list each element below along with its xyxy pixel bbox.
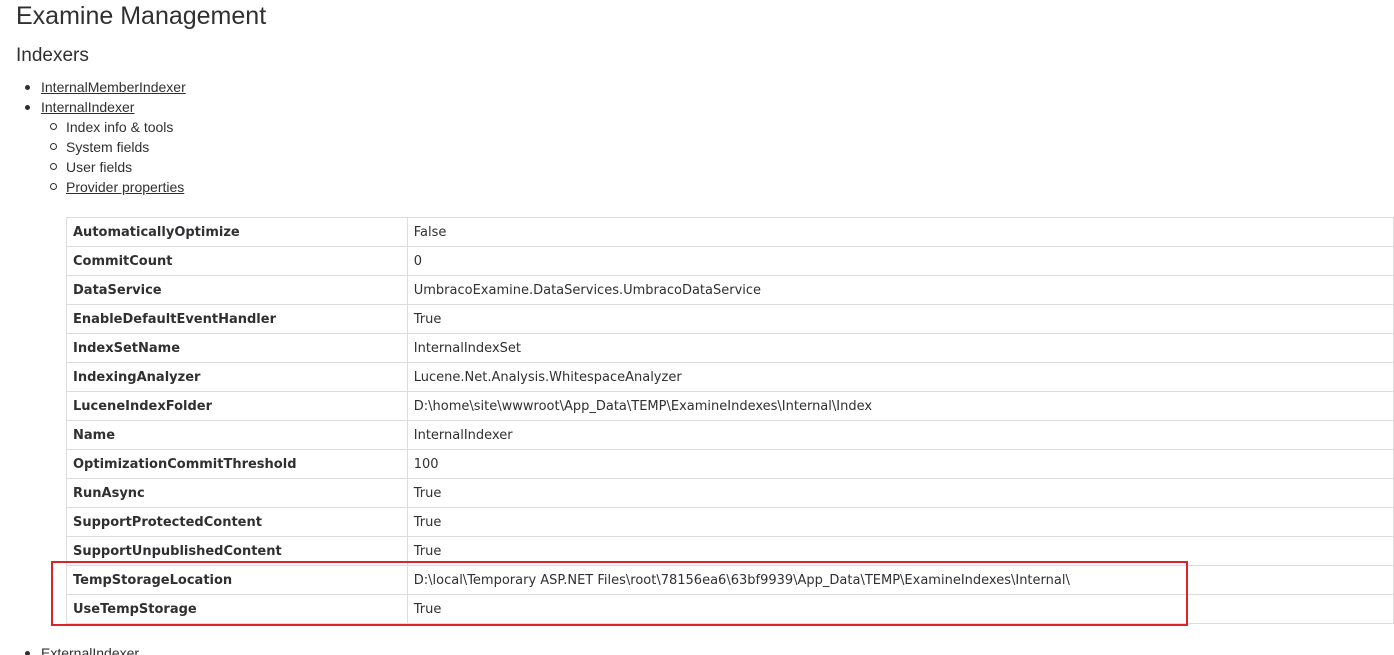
property-key: SupportProtectedContent [66,507,408,537]
property-key: AutomaticallyOptimize [66,217,408,247]
table-row: CommitCount 0 [66,246,1394,276]
user-fields-item[interactable]: User fields [49,157,186,177]
property-key: LuceneIndexFolder [66,391,408,421]
property-key: Name [66,420,408,450]
property-value: 100 [406,449,1394,479]
property-value: D:\local\Temporary ASP.NET Files\root\78… [406,565,1394,595]
property-value: InternalIndexSet [406,333,1394,363]
property-key: IndexingAnalyzer [66,362,408,392]
provider-properties-item: Provider properties [49,177,186,197]
section-title-indexers: Indexers [16,45,89,66]
list-item-external-indexer: ExternalIndexer [24,643,139,655]
list-item-internal-indexer: InternalIndexer Index info & tools Syste… [24,97,186,197]
property-key: DataService [66,275,408,305]
property-key: SupportUnpublishedContent [66,536,408,566]
table-row: Name InternalIndexer [66,420,1394,450]
table-row: AutomaticallyOptimize False [66,217,1394,247]
property-key: UseTempStorage [66,594,408,624]
property-key: IndexSetName [66,333,408,363]
property-value: Lucene.Net.Analysis.WhitespaceAnalyzer [406,362,1394,392]
system-fields-item[interactable]: System fields [49,137,186,157]
property-value: True [406,594,1394,624]
index-info-tools-item[interactable]: Index info & tools [49,117,186,137]
table-row: SupportProtectedContent True [66,507,1394,537]
table-row: IndexingAnalyzer Lucene.Net.Analysis.Whit… [66,362,1394,392]
table-row: UseTempStorage True [66,594,1394,624]
external-indexer-link[interactable]: ExternalIndexer [41,645,139,655]
table-row: RunAsync True [66,478,1394,508]
property-value: False [406,217,1394,247]
property-value: D:\home\site\wwwroot\App_Data\TEMP\Exami… [406,391,1394,421]
property-key: TempStorageLocation [66,565,408,595]
property-value: 0 [406,246,1394,276]
table-row: SupportUnpublishedContent True [66,536,1394,566]
indexer-list: InternalMemberIndexer InternalIndexer In… [24,77,186,197]
table-row: IndexSetName InternalIndexSet [66,333,1394,363]
table-row: DataService UmbracoExamine.DataServices.U… [66,275,1394,305]
table-row: TempStorageLocation D:\local\Temporary AS… [66,565,1394,595]
table-row: LuceneIndexFolder D:\home\site\wwwroot\Ap… [66,391,1394,421]
provider-properties-table: AutomaticallyOptimize False CommitCount 0 … [66,217,1394,624]
property-key: CommitCount [66,246,408,276]
internal-indexer-link[interactable]: InternalIndexer [41,99,134,115]
property-value: True [406,507,1394,537]
property-value: True [406,536,1394,566]
page-title: Examine Management [16,2,267,30]
internal-indexer-sublist: Index info & tools System fields User fi… [49,117,186,197]
property-value: True [406,304,1394,334]
property-key: OptimizationCommitThreshold [66,449,408,479]
internal-member-indexer-link[interactable]: InternalMemberIndexer [41,79,186,95]
property-key: EnableDefaultEventHandler [66,304,408,334]
examine-management-page: Examine Management Indexers InternalMemb… [0,0,1394,655]
property-key: RunAsync [66,478,408,508]
list-item-internal-member-indexer: InternalMemberIndexer [24,77,186,97]
provider-properties-link[interactable]: Provider properties [66,179,184,195]
property-value: InternalIndexer [406,420,1394,450]
property-value: UmbracoExamine.DataServices.UmbracoDataS… [406,275,1394,305]
table-row: OptimizationCommitThreshold 100 [66,449,1394,479]
property-value: True [406,478,1394,508]
table-row: EnableDefaultEventHandler True [66,304,1394,334]
